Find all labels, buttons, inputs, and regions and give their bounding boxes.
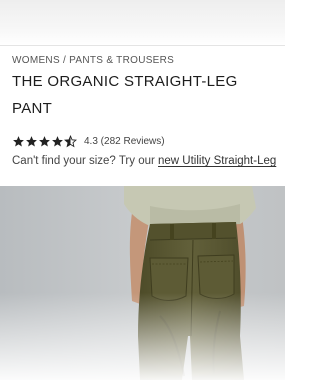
star-icon: [26, 135, 37, 146]
product-photo-illustration: [0, 186, 285, 380]
rating-stars: [12, 134, 77, 148]
product-image[interactable]: [0, 186, 285, 380]
rating-summary: 4.3 (282 Reviews): [84, 135, 165, 147]
star-icon: [39, 135, 50, 146]
size-help-text: Can't find your size? Try our new Utilit…: [12, 155, 292, 167]
product-rating[interactable]: 4.3 (282 Reviews): [12, 133, 165, 149]
product-title-line-1: THE ORGANIC STRAIGHT-LEG: [12, 73, 238, 90]
product-title-line-2: PANT: [12, 100, 53, 117]
header-divider: [0, 45, 285, 46]
top-gradient: [0, 0, 285, 45]
half-star-icon: [64, 134, 77, 147]
size-help-prefix: Can't find your size? Try our: [12, 155, 159, 167]
star-icon: [52, 135, 63, 146]
utility-straight-leg-link[interactable]: new Utility Straight-Leg: [158, 155, 276, 167]
breadcrumb[interactable]: WOMENS / PANTS & TROUSERS: [12, 55, 174, 66]
star-icon: [13, 135, 24, 146]
